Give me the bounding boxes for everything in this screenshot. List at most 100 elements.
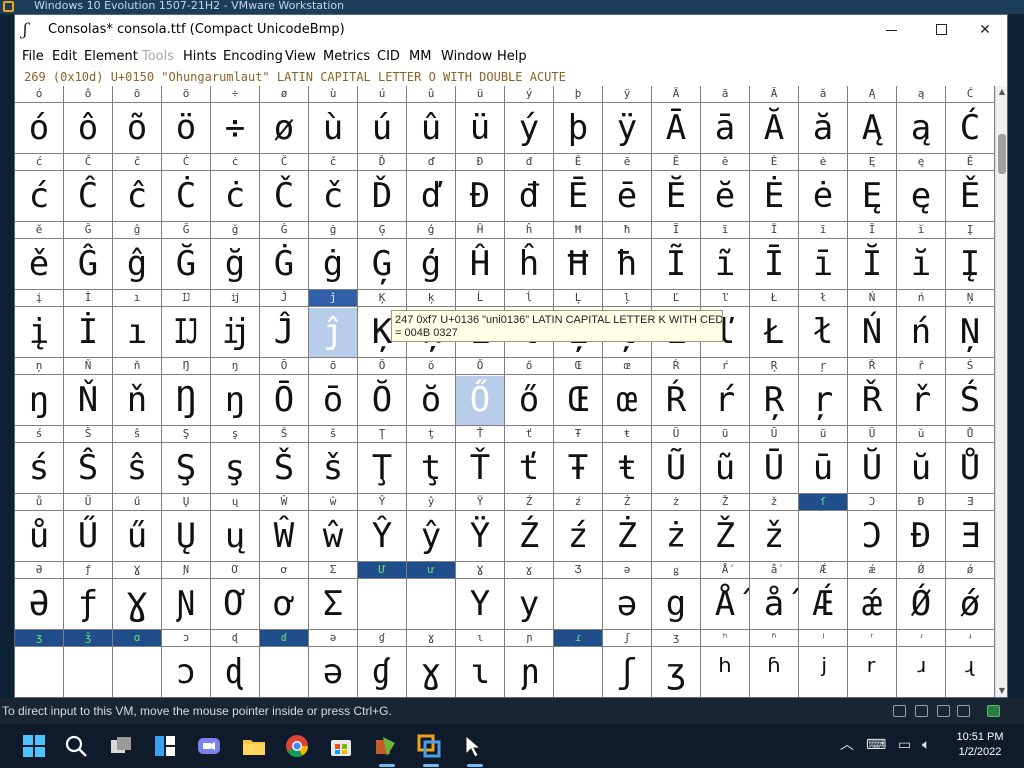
glyph-cell[interactable]: ŜŜ — [64, 426, 113, 494]
glyph-cell[interactable]: ŵŵ — [309, 494, 358, 562]
glyph-cell[interactable]: ʒʒ — [652, 630, 701, 697]
glyph-cell[interactable]: ğğ — [211, 222, 260, 290]
glyph-cell[interactable]: ĩĩ — [701, 222, 750, 290]
glyph-cell[interactable]: ąą — [897, 86, 946, 154]
glyph-cell[interactable]: ŦŦ — [554, 426, 603, 494]
close-button[interactable]: ✕ — [962, 15, 1007, 45]
glyph-cell[interactable]: ĂĂ — [750, 86, 799, 154]
glyph-cell[interactable]: śś — [15, 426, 64, 494]
glyph-cell[interactable]: ŋŋ — [211, 358, 260, 426]
glyph-cell[interactable]: óó — [15, 86, 64, 154]
glyph-cell[interactable]: ćć — [15, 154, 64, 222]
glyph-cell[interactable]: ŮŮ — [946, 426, 995, 494]
usb-device-icon[interactable] — [915, 705, 928, 717]
glyph-cell[interactable]: ʵʵ — [946, 630, 995, 697]
glyph-cell[interactable]: ūū — [799, 426, 848, 494]
glyph-cell[interactable]: øø — [260, 86, 309, 154]
glyph-cell[interactable]: ɲɲ — [505, 630, 554, 697]
glyph-cell[interactable]: ɩɩ — [456, 630, 505, 697]
glyph-cell[interactable]: ėė — [799, 154, 848, 222]
maximize-button[interactable] — [918, 15, 964, 45]
menu-tools[interactable]: Tools — [142, 49, 174, 64]
glyph-cell[interactable]: ăă — [799, 86, 848, 154]
minimize-button[interactable] — [868, 15, 914, 45]
glyph-cell[interactable]: ţţ — [407, 426, 456, 494]
display-device-icon[interactable] — [957, 705, 970, 717]
glyph-cell[interactable]: üü — [456, 86, 505, 154]
glyph-cell[interactable]: şş — [211, 426, 260, 494]
glyph-cell[interactable]: ôô — [64, 86, 113, 154]
glyph-cell[interactable]: ıı — [113, 290, 162, 358]
glyph-cell[interactable]: ŻŻ — [603, 494, 652, 562]
glyph-cell[interactable]: ƔƔ — [113, 562, 162, 630]
file-explorer-icon[interactable] — [240, 732, 268, 760]
glyph-cell[interactable]: ûû — [407, 86, 456, 154]
glyph-cell[interactable]: ſ — [799, 494, 848, 562]
glyph-cell[interactable]: ɖɖ — [211, 630, 260, 697]
glyph-cell[interactable]: ħħ — [603, 222, 652, 290]
glyph-cell[interactable]: ŲŲ — [162, 494, 211, 562]
glyph-cell[interactable]: ƔY — [456, 562, 505, 630]
store-icon[interactable] — [327, 732, 355, 760]
glyph-cell[interactable]: ŚŚ — [946, 358, 995, 426]
glyph-cell[interactable]: ŷŷ — [407, 494, 456, 562]
glyph-cell[interactable]: İİ — [64, 290, 113, 358]
glyph-cell[interactable]: ĝĝ — [113, 222, 162, 290]
glyph-cell[interactable]: ƠƠ — [211, 562, 260, 630]
glyph-cell[interactable]: ņŋ — [15, 358, 64, 426]
tray-clock[interactable]: 10:51 PM 1/2/2022 — [944, 730, 1016, 760]
start-icon[interactable] — [20, 732, 48, 760]
glyph-cell[interactable]: ŰŰ — [64, 494, 113, 562]
glyph-cell[interactable]: ŬŬ — [848, 426, 897, 494]
glyph-cell[interactable]: ùù — [309, 86, 358, 154]
glyph-cell[interactable]: űű — [113, 494, 162, 562]
glyph-cell[interactable]: ċċ — [211, 154, 260, 222]
glyph-cell[interactable]: ĚĚ — [946, 154, 995, 222]
glyph-cell[interactable]: ŹŹ — [505, 494, 554, 562]
chrome-icon[interactable] — [283, 732, 311, 760]
glyph-cell[interactable]: ʱʱ — [750, 630, 799, 697]
keyboard-icon[interactable]: ⌨ — [866, 736, 886, 754]
glyph-cell[interactable]: ĜĜ — [64, 222, 113, 290]
scroll-up-icon[interactable]: ▲ — [996, 86, 1007, 98]
glyph-cell[interactable]: ōō — [309, 358, 358, 426]
glyph-cell[interactable]: ŪŪ — [750, 426, 799, 494]
glyph-cell[interactable]: ÷ ÷ — [211, 86, 260, 154]
glyph-cell[interactable]: ĆĆ — [946, 86, 995, 154]
menu-hints[interactable]: Hints — [183, 49, 217, 64]
glyph-cell[interactable]: ĖĖ — [750, 154, 799, 222]
network-icon[interactable]: ▭ — [898, 736, 911, 754]
glyph-cell[interactable]: ĲĲ — [162, 290, 211, 358]
glyph-cell[interactable]: ŶŶ — [358, 494, 407, 562]
glyph-cell[interactable]: ǽǽ — [848, 562, 897, 630]
glyph-cell[interactable]: ĎĎ — [358, 154, 407, 222]
glyph-cell[interactable]: ŒŒ — [554, 358, 603, 426]
glyph-cell[interactable]: ńń — [897, 290, 946, 358]
glyph-cell[interactable]: řř — [897, 358, 946, 426]
glyph-cell[interactable]: õõ — [113, 86, 162, 154]
menu-element[interactable]: Element — [84, 49, 138, 64]
glyph-cell[interactable]: ĨĨ — [652, 222, 701, 290]
glyph-cell[interactable]: šš — [309, 426, 358, 494]
glyph-cell[interactable]: ʴʴ — [897, 630, 946, 697]
glyph-cell[interactable]: ǝə — [603, 562, 652, 630]
glyph-cell[interactable]: ŐŐ — [456, 358, 505, 426]
message-log-icon[interactable] — [987, 705, 1000, 717]
glyph-cell[interactable]: ǯ — [64, 630, 113, 697]
glyph-cell[interactable]: ŇŇ — [64, 358, 113, 426]
glyph-cell[interactable]: ĄĄ — [848, 86, 897, 154]
glyph-cell[interactable]: ŔŔ — [652, 358, 701, 426]
glyph-cell[interactable]: ɔɔ — [162, 630, 211, 697]
glyph-cell[interactable]: ɠɠ — [358, 630, 407, 697]
cursor-app-icon[interactable] — [459, 732, 487, 760]
glyph-cell[interactable]: ŖŖ — [750, 358, 799, 426]
glyph-cell[interactable]: ŧŧ — [603, 426, 652, 494]
glyph-cell[interactable]: ƏƏ — [15, 562, 64, 630]
menu-window[interactable]: Window — [441, 49, 492, 64]
glyph-cell[interactable]: īī — [799, 222, 848, 290]
volume-icon[interactable]: 🔈︎ — [922, 736, 930, 754]
glyph-cell[interactable]: łł — [799, 290, 848, 358]
glyph-cell[interactable]: ǾǾ — [897, 562, 946, 630]
glyph-cell[interactable]: ČČ — [260, 154, 309, 222]
chat-icon[interactable] — [195, 732, 223, 760]
